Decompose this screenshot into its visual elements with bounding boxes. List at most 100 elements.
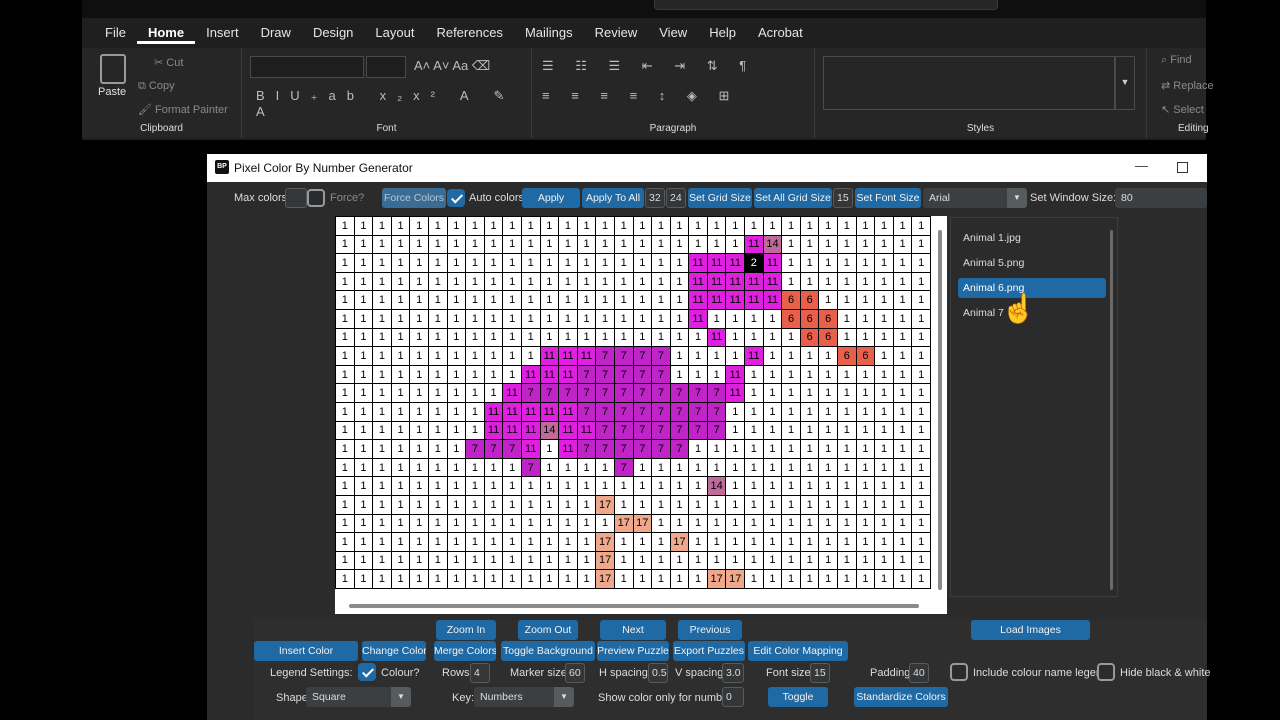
grid-cell[interactable]: 1 (409, 253, 429, 273)
grid-cell[interactable]: 1 (502, 513, 522, 534)
v-spacing-input[interactable]: 3.0 (722, 663, 744, 683)
grid-cell[interactable]: 11 (688, 271, 708, 292)
grid-cell[interactable]: 1 (576, 457, 597, 478)
grid-cell[interactable]: 11 (744, 346, 764, 366)
grid-cell[interactable]: 1 (335, 271, 355, 292)
grid-cell[interactable]: 1 (837, 569, 857, 589)
grid-cell[interactable]: 7 (465, 439, 485, 459)
grid-cell[interactable]: 1 (892, 216, 913, 236)
grid-cell[interactable]: 1 (762, 457, 783, 478)
marker-size-input[interactable]: 60 (565, 663, 585, 683)
grid-cell[interactable]: 1 (446, 532, 467, 552)
grid-cell[interactable]: 1 (427, 327, 448, 348)
set-grid-size-button[interactable]: Set Grid Size (688, 188, 752, 208)
grid-cell[interactable]: 1 (744, 327, 764, 348)
grid-cell[interactable]: 7 (613, 364, 634, 385)
grid-cell[interactable]: 1 (762, 513, 783, 534)
grid-cell[interactable]: 1 (632, 271, 653, 292)
copy-button[interactable]: ⧉ Copy (138, 80, 175, 93)
grid-cell[interactable]: 1 (781, 476, 801, 496)
grid-cell[interactable]: 7 (595, 420, 615, 441)
grid-cell[interactable]: 1 (613, 290, 634, 310)
grid-cell[interactable]: 1 (613, 569, 634, 589)
grid-cell[interactable]: 1 (911, 346, 931, 366)
grid-cell[interactable]: 1 (483, 308, 504, 329)
set-font-size-button[interactable]: Set Font Size (855, 188, 921, 208)
grid-cell[interactable]: 11 (520, 401, 541, 422)
grid-cell[interactable]: 1 (688, 439, 708, 459)
grid-cell[interactable]: 7 (688, 401, 708, 422)
grid-cell[interactable]: 11 (502, 420, 522, 441)
grid-cell[interactable]: 1 (688, 364, 708, 385)
grid-cell[interactable]: 1 (427, 476, 448, 496)
grid-cell[interactable]: 1 (818, 216, 839, 236)
grid-cell[interactable]: 1 (465, 327, 485, 348)
grid-cell[interactable]: 1 (390, 271, 411, 292)
grid-cell[interactable]: 7 (613, 420, 634, 441)
grid-cell[interactable]: 1 (446, 569, 467, 589)
grid-cell[interactable]: 1 (427, 234, 448, 255)
grid-cell[interactable]: 1 (446, 550, 467, 571)
grid-cell[interactable]: 1 (372, 457, 392, 478)
grid-cell[interactable]: 1 (911, 216, 931, 236)
tab-insert[interactable]: Insert (195, 24, 250, 44)
grid-cell[interactable]: 1 (446, 234, 467, 255)
grid-cell[interactable]: 1 (892, 532, 913, 552)
grid-cell[interactable]: 7 (669, 383, 690, 403)
grid-cell[interactable]: 1 (502, 327, 522, 348)
grid-cell[interactable]: 1 (725, 439, 746, 459)
grid-cell[interactable]: 1 (502, 216, 522, 236)
grid-cell[interactable]: 1 (818, 364, 839, 385)
grid-cell[interactable]: 1 (855, 532, 876, 552)
grid-cell[interactable]: 1 (335, 383, 355, 403)
apply-to-all-button[interactable]: Apply To All (582, 188, 644, 208)
grid-cell[interactable]: 7 (613, 401, 634, 422)
grid-cell[interactable]: 1 (874, 457, 894, 478)
grid-cell[interactable]: 1 (539, 271, 560, 292)
grid-cell[interactable]: 1 (409, 401, 429, 422)
grid-cell[interactable]: 1 (520, 216, 541, 236)
grid-cell[interactable]: 1 (446, 290, 467, 310)
grid-cell[interactable]: 7 (502, 439, 522, 459)
window-size-dropdown[interactable]: 80 (1115, 188, 1207, 208)
align-icons[interactable]: ≡ ≡ ≡ ≡ ↕ ◈ ⊞ (542, 88, 738, 104)
grid-cell[interactable]: 1 (688, 327, 708, 348)
grid-cell[interactable]: 1 (613, 494, 634, 515)
grid-cell[interactable]: 1 (725, 346, 746, 366)
grid-cell[interactable]: 1 (390, 401, 411, 422)
apply-button[interactable]: Apply (522, 188, 580, 208)
grid-cell[interactable]: 1 (837, 383, 857, 403)
grid-cell[interactable]: 6 (818, 308, 839, 329)
grid-cell[interactable]: 1 (725, 494, 746, 515)
grid-cell[interactable]: 1 (855, 383, 876, 403)
grid-cell[interactable]: 1 (688, 476, 708, 496)
grid-cell[interactable]: 1 (446, 346, 467, 366)
grid-cell[interactable]: 1 (744, 216, 764, 236)
grid-cell[interactable]: 1 (762, 216, 783, 236)
grid-cell[interactable]: 1 (539, 253, 560, 273)
grid-cell[interactable]: 1 (502, 290, 522, 310)
grid-cell[interactable]: 1 (651, 327, 671, 348)
grid-cell[interactable]: 1 (651, 513, 671, 534)
grid-cell[interactable]: 1 (427, 346, 448, 366)
grid-cell[interactable]: 1 (335, 327, 355, 348)
grid-cell[interactable]: 1 (725, 216, 746, 236)
grid-cell[interactable]: 1 (502, 271, 522, 292)
grid-cell[interactable]: 7 (706, 420, 727, 441)
grid-cell[interactable]: 1 (353, 494, 374, 515)
grid-cell[interactable]: 1 (706, 457, 727, 478)
format-painter-button[interactable]: 🖌 Format Painter (138, 103, 228, 116)
grid-cell[interactable]: 1 (576, 476, 597, 496)
grid-cell[interactable]: 1 (892, 234, 913, 255)
grid-cell[interactable]: 1 (837, 457, 857, 478)
grid-cell[interactable]: 1 (558, 327, 578, 348)
grid-cell[interactable]: 1 (427, 290, 448, 310)
grid-cell[interactable]: 1 (390, 290, 411, 310)
grid-cell[interactable]: 6 (855, 346, 876, 366)
grid-cell[interactable]: 1 (483, 383, 504, 403)
grid-cell[interactable]: 1 (539, 457, 560, 478)
grid-cell[interactable]: 1 (483, 457, 504, 478)
grid-cell[interactable]: 1 (725, 476, 746, 496)
grid-cell[interactable]: 1 (874, 420, 894, 441)
grid-cell[interactable]: 1 (632, 532, 653, 552)
